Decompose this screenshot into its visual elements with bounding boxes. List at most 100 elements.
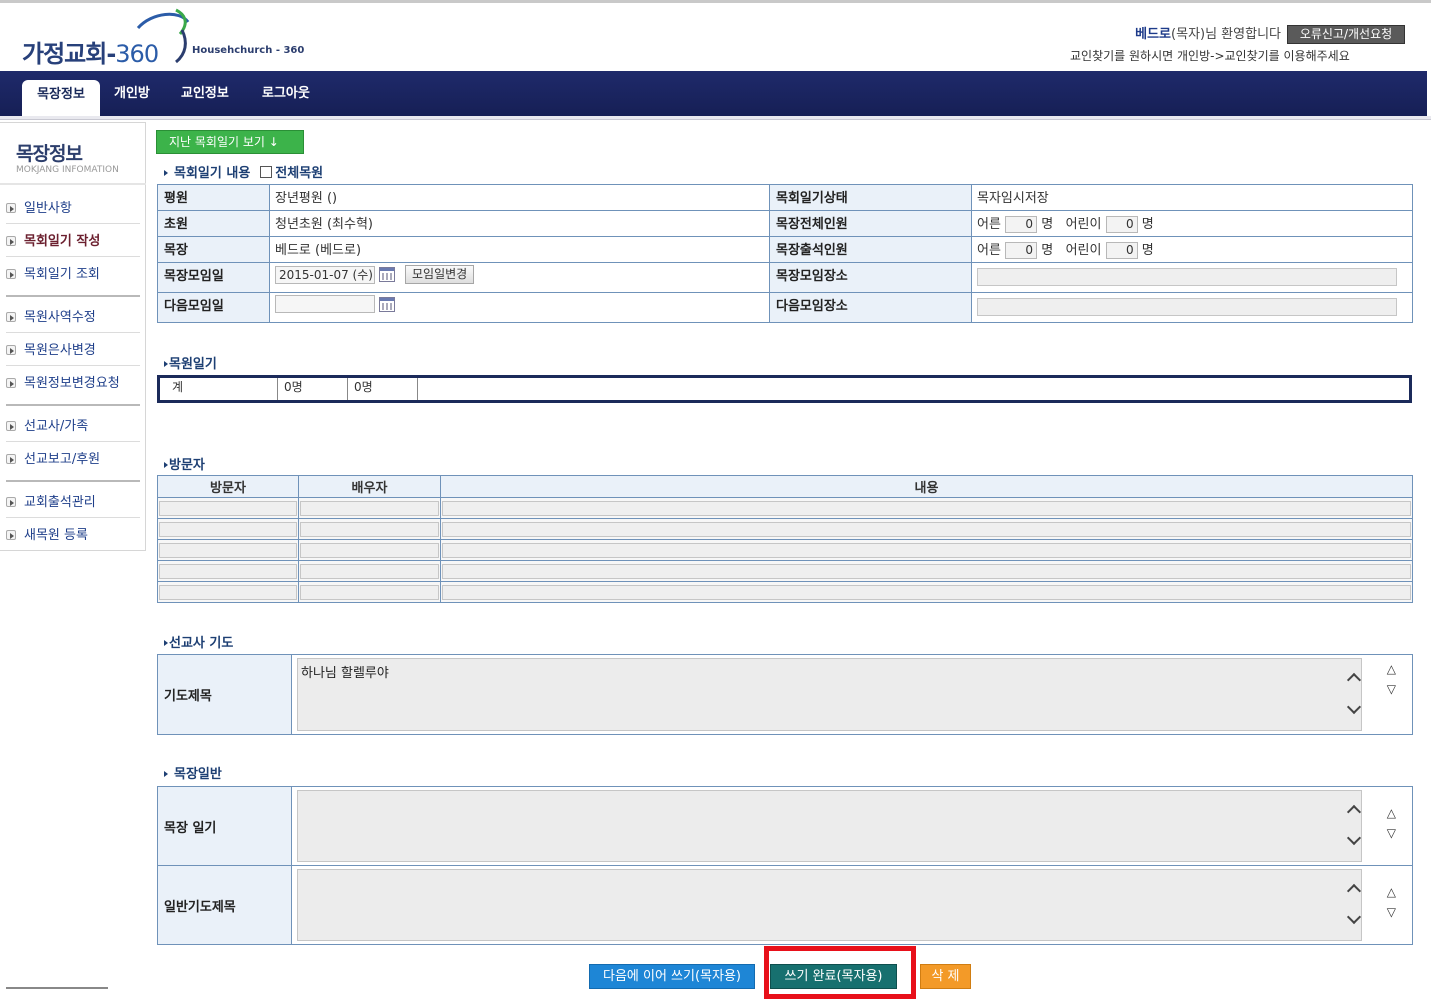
sidebar-item-member-ministry[interactable]: 목원사역수정: [6, 306, 96, 325]
spouse-input[interactable]: [300, 521, 439, 537]
visitor-input[interactable]: [159, 563, 297, 579]
visitor-input[interactable]: [159, 500, 297, 516]
content-input[interactable]: [442, 542, 1411, 558]
logo-text: 가정교회-360: [22, 40, 159, 68]
content-header: 내용: [440, 475, 1413, 498]
value-pyeongwon: 장년평원 (): [269, 184, 770, 211]
section-missionary-prayer: 선교사 기도: [164, 632, 233, 651]
sidebar-item-general[interactable]: 일반사항: [6, 197, 72, 216]
label-mokjang: 목장: [157, 236, 270, 263]
spouse-input[interactable]: [300, 584, 439, 600]
section-arrow-icon: [164, 462, 168, 468]
attend-adults-input[interactable]: 0: [1005, 242, 1038, 259]
tab-member-info[interactable]: 교인정보: [181, 79, 229, 109]
content-input[interactable]: [442, 521, 1411, 537]
sidebar-divider: [6, 256, 140, 257]
bullet-arrow-icon: [6, 378, 16, 388]
bullet-arrow-icon: [6, 530, 16, 540]
mokjang-diary-cell: △ ▽: [291, 786, 1413, 866]
top-border: [0, 0, 1431, 3]
meeting-date-input[interactable]: 2015-01-07 (수): [275, 265, 375, 284]
calendar-icon[interactable]: [379, 296, 395, 312]
user-name: 베드로: [1135, 27, 1172, 42]
section-visitors: 방문자: [164, 454, 205, 473]
bullet-arrow-icon: [6, 312, 16, 322]
tab-personal-room[interactable]: 개인방: [114, 79, 150, 109]
visitor-input[interactable]: [159, 521, 297, 537]
tab-mokjang-info[interactable]: 목장정보: [22, 80, 100, 116]
all-members-checkbox[interactable]: [260, 166, 273, 178]
past-diary-button[interactable]: 지난 목회일기 보기 ↓: [156, 130, 304, 154]
sidebar-divider: [6, 441, 140, 442]
label-meeting-date: 목장모임일: [157, 262, 270, 293]
delete-button[interactable]: 삭 제: [920, 964, 971, 989]
member-total-children: 0명: [348, 378, 418, 400]
sidebar-item-missionary-family[interactable]: 선교사/가족: [6, 415, 88, 434]
mokjang-diary-textarea[interactable]: [297, 790, 1362, 862]
calendar-icon[interactable]: [379, 267, 395, 282]
section-arrow-icon: [164, 771, 168, 777]
prayer-title-textarea[interactable]: 하나님 할렐루야: [297, 658, 1362, 731]
content-input[interactable]: [442, 500, 1411, 516]
site-logo[interactable]: 가정교회-360 Househchurch - 360: [20, 8, 304, 68]
highlight-box: [764, 946, 916, 999]
visitor-header: 방문자: [157, 475, 299, 498]
spouse-header: 배우자: [298, 475, 441, 498]
expand-up-icon[interactable]: △: [1387, 807, 1396, 819]
footer-line: [6, 987, 108, 989]
report-error-button[interactable]: 오류신고/개선요청: [1287, 25, 1405, 44]
sidebar-item-mission-report[interactable]: 선교보고/후원: [6, 448, 100, 467]
meeting-place-input[interactable]: [977, 268, 1397, 286]
member-total-adults: 0명: [278, 378, 348, 400]
content-input[interactable]: [442, 563, 1411, 579]
visitor-row: [157, 539, 1413, 561]
sidebar-item-member-change-request[interactable]: 목원정보변경요청: [6, 372, 120, 391]
label-prayer-title: 기도제목: [157, 654, 292, 735]
tab-logout[interactable]: 로그아웃: [262, 79, 310, 109]
sidebar-item-view-diary[interactable]: 목회일기 조회: [6, 263, 100, 282]
expand-up-icon[interactable]: △: [1387, 886, 1396, 898]
next-meeting-place-input[interactable]: [977, 298, 1397, 316]
missionary-prayer-table: 기도제목 하나님 할렐루야 △ ▽: [157, 654, 1413, 735]
header-note: 교인찾기를 원하시면 개인방->교인찾기를 이용해주세요: [1070, 49, 1350, 63]
expand-down-icon[interactable]: ▽: [1387, 906, 1396, 918]
sidebar-item-write-diary[interactable]: 목회일기 작성: [6, 230, 100, 249]
visitor-row: [157, 581, 1413, 603]
general-prayer-textarea[interactable]: [297, 869, 1362, 941]
value-diary-status: 목자임시저장: [971, 184, 1413, 211]
label-meeting-place: 목장모임장소: [769, 262, 972, 293]
total-adults-input[interactable]: 0: [1005, 216, 1038, 233]
sidebar-item-new-member[interactable]: 새목원 등록: [6, 524, 88, 543]
sidebar-divider: [6, 404, 140, 406]
change-meeting-date-button[interactable]: 모임일변경: [405, 265, 475, 284]
member-diary-summary: 계 0명 0명: [157, 375, 1412, 403]
diary-info-table: 평원 장년평원 () 목회일기상태 목자임시저장 초원 청년초원 (최수혁) 목…: [157, 184, 1413, 323]
visitor-input[interactable]: [159, 542, 297, 558]
spouse-input[interactable]: [300, 542, 439, 558]
label-mokjang-diary: 목장 일기: [157, 786, 292, 866]
spouse-input[interactable]: [300, 500, 439, 516]
bullet-arrow-icon: [6, 345, 16, 355]
main-navbar: 목장정보 개인방 교인정보 로그아웃: [0, 71, 1427, 116]
total-children-input[interactable]: 0: [1105, 216, 1138, 233]
sidebar-item-attendance[interactable]: 교회출석관리: [6, 491, 96, 510]
expand-down-icon[interactable]: ▽: [1387, 683, 1396, 695]
label-pyeongwon: 평원: [157, 184, 270, 211]
content-input[interactable]: [442, 584, 1411, 600]
expand-down-icon[interactable]: ▽: [1387, 827, 1396, 839]
continue-later-button[interactable]: 다음에 이어 쓰기(목자용): [589, 964, 755, 989]
visitor-table: 방문자 배우자 내용: [157, 475, 1413, 603]
next-meeting-date-input[interactable]: [275, 295, 375, 313]
expand-up-icon[interactable]: △: [1387, 663, 1396, 675]
meeting-date-fields: 2015-01-07 (수) 모임일변경: [269, 262, 770, 293]
label-attendance: 목장출석인원: [769, 236, 972, 263]
attend-children-input[interactable]: 0: [1105, 242, 1138, 259]
label-next-meeting-date: 다음모임일: [157, 292, 270, 323]
sidebar-divider: [6, 295, 140, 297]
sidebar: 목장정보 MOKJANG INFOMATION 일반사항 목회일기 작성 목회일…: [0, 122, 146, 551]
sidebar-item-member-gift[interactable]: 목원은사변경: [6, 339, 96, 358]
spouse-input[interactable]: [300, 563, 439, 579]
bullet-arrow-icon: [6, 269, 16, 279]
member-total-label: 계: [160, 378, 278, 400]
visitor-input[interactable]: [159, 584, 297, 600]
